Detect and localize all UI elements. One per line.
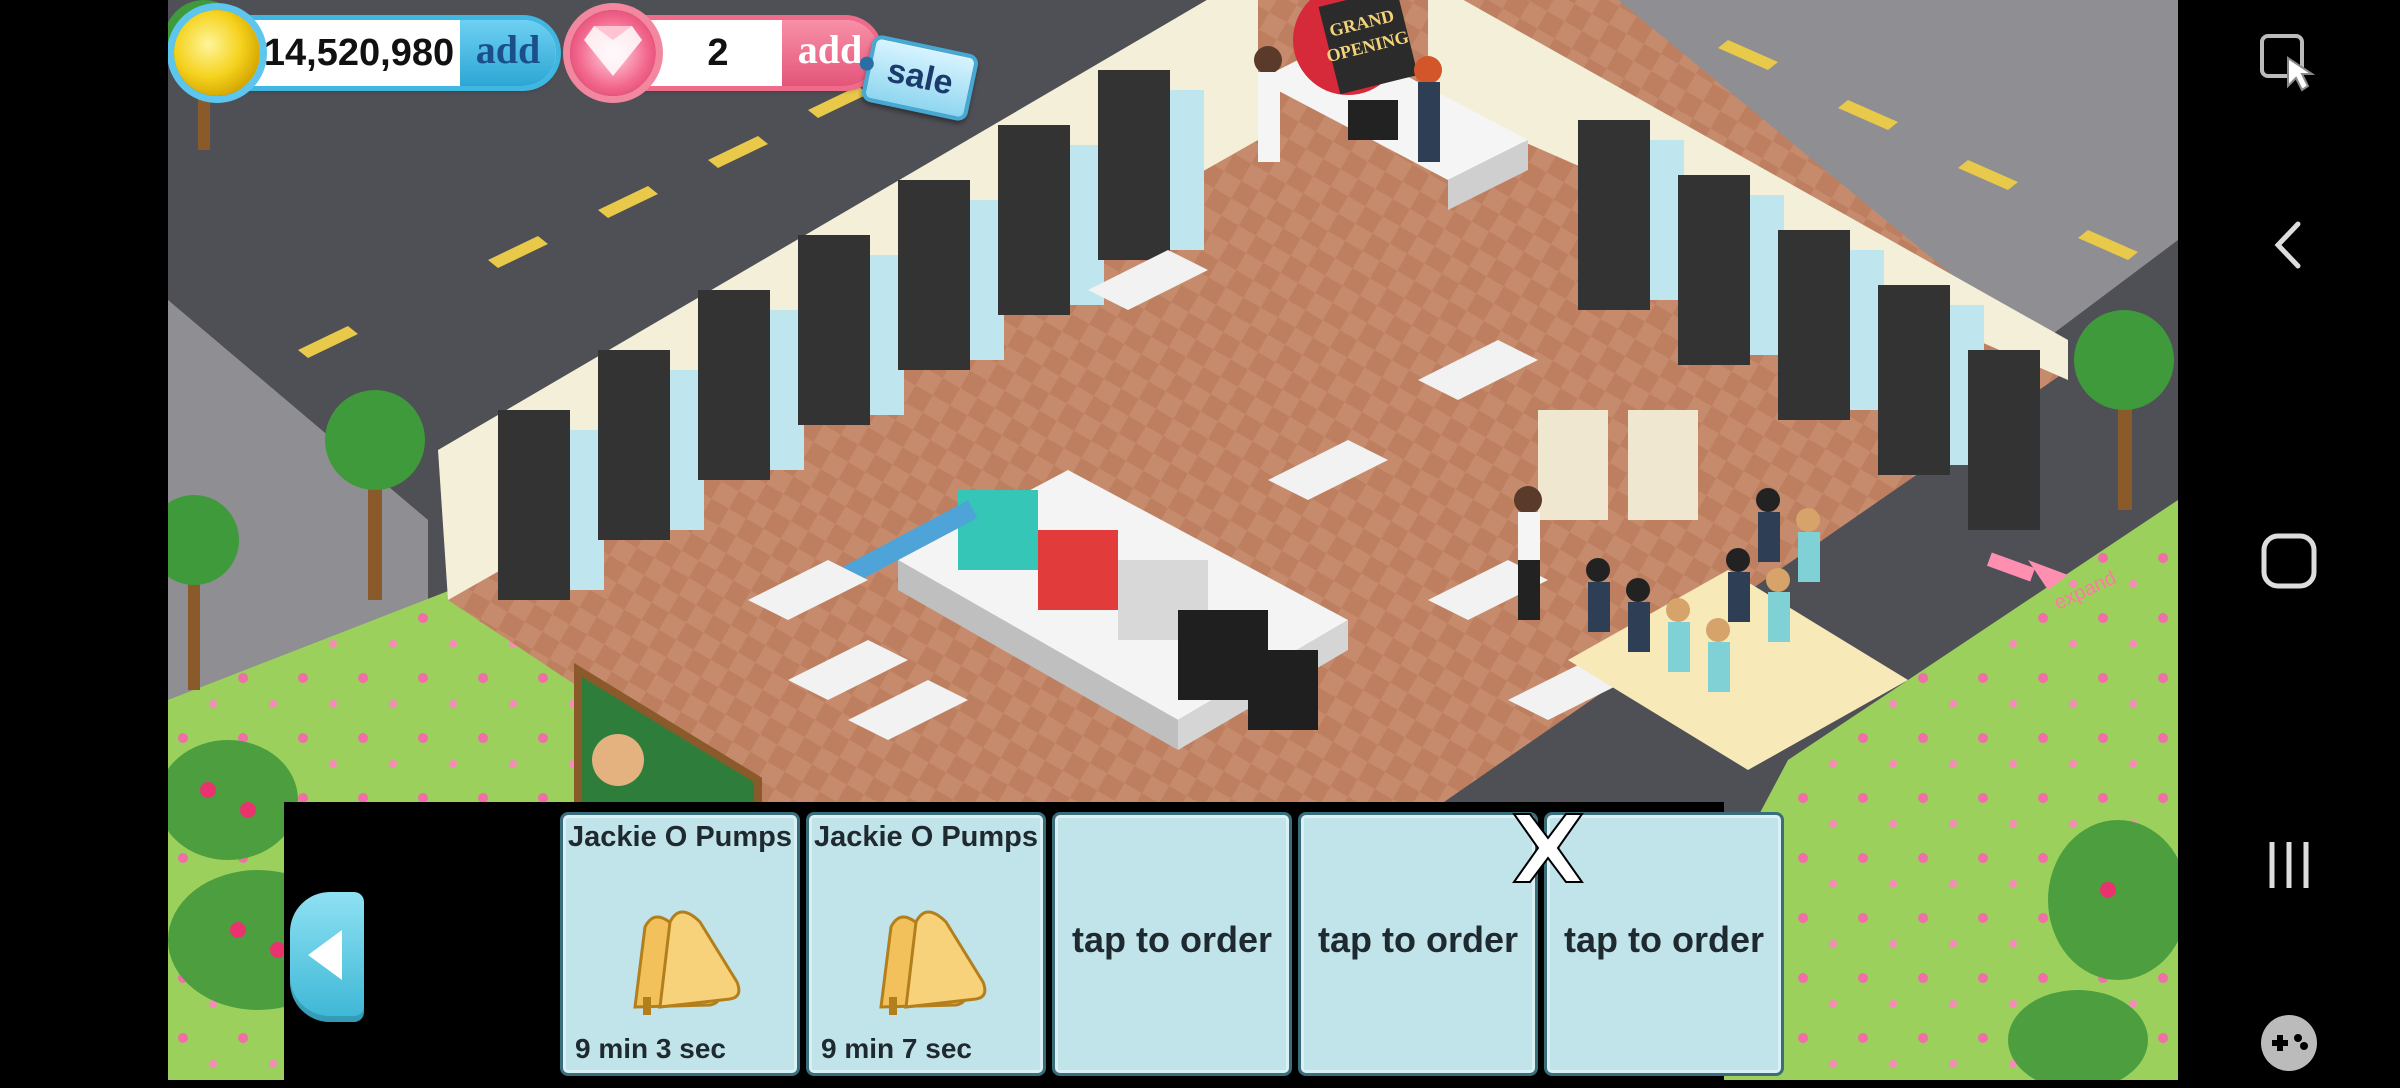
screenshot-tool-icon bbox=[2260, 34, 2316, 92]
back-button[interactable] bbox=[2178, 190, 2400, 290]
tap-to-order-label: tap to order bbox=[1317, 919, 1518, 960]
order-timer: 9 min 7 sec bbox=[821, 1033, 972, 1064]
home-button[interactable] bbox=[2178, 506, 2400, 606]
add-coins-button[interactable]: add bbox=[460, 20, 556, 86]
game-tools-icon bbox=[2261, 1015, 2317, 1071]
coin-icon bbox=[174, 10, 260, 96]
system-navigation-bar bbox=[2178, 0, 2400, 1080]
back-icon bbox=[2274, 221, 2301, 269]
order-timer: 9 min 3 sec bbox=[575, 1033, 726, 1064]
gold-pumps-icon bbox=[633, 910, 741, 1015]
recent-apps-icon bbox=[2269, 842, 2309, 888]
add-gems-button[interactable]: add bbox=[782, 20, 878, 86]
coin-counter: 14,520,980 add bbox=[174, 10, 556, 96]
tap-to-order-label: tap to order bbox=[1563, 919, 1764, 960]
recent-apps-button[interactable] bbox=[2178, 810, 2400, 910]
order-slot-1[interactable]: Jackie O Pumps 9 min 3 sec bbox=[560, 812, 800, 1076]
home-icon bbox=[2261, 533, 2317, 589]
order-slot-4[interactable]: tap to order bbox=[1298, 812, 1538, 1076]
order-slot-2[interactable]: Jackie O Pumps 9 min 7 sec bbox=[806, 812, 1046, 1076]
coin-amount: 14,520,980 bbox=[263, 31, 455, 74]
order-slot-title: Jackie O Pumps bbox=[567, 821, 793, 853]
diamond-icon bbox=[570, 10, 656, 96]
order-slot-3[interactable]: tap to order bbox=[1052, 812, 1292, 1076]
previous-arrow-button[interactable] bbox=[290, 892, 364, 1022]
game-tools-button[interactable] bbox=[2178, 988, 2400, 1088]
left-arrow-icon bbox=[308, 930, 342, 980]
gem-amount: 2 bbox=[707, 31, 729, 74]
gem-counter: 2 add bbox=[570, 10, 878, 96]
tap-to-order-label: tap to order bbox=[1071, 919, 1272, 960]
gold-pumps-icon bbox=[879, 910, 987, 1015]
order-slot-title: Jackie O Pumps bbox=[813, 821, 1039, 853]
screenshot-tool-button[interactable] bbox=[2178, 8, 2400, 108]
close-icon[interactable] bbox=[1508, 808, 1588, 888]
